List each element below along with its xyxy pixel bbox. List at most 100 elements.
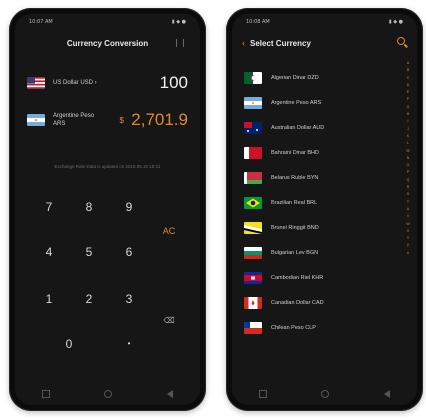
alphabet-index-letter[interactable]: # xyxy=(405,250,411,257)
key-1[interactable]: 1 xyxy=(37,290,61,308)
home-icon[interactable] xyxy=(104,390,113,398)
alphabet-index-letter[interactable]: F xyxy=(405,96,411,103)
clear-button[interactable]: AC xyxy=(157,222,181,240)
key-2[interactable]: 2 xyxy=(77,290,101,308)
status-time: 10:07 AM xyxy=(29,19,53,25)
key-7[interactable]: 7 xyxy=(37,198,61,216)
alphabet-index-letter[interactable]: Q xyxy=(405,177,411,184)
list-item[interactable]: Belarus Ruble BYN xyxy=(244,168,395,188)
currency-label: Australian Dollar AUD xyxy=(271,125,325,131)
alphabet-index-letter[interactable]: D xyxy=(405,82,411,89)
alphabet-index-letter[interactable]: E xyxy=(405,89,411,96)
more-menu-icon[interactable] xyxy=(176,39,184,47)
alphabet-index-letter[interactable]: K xyxy=(405,133,411,140)
alphabet-index-letter[interactable]: H xyxy=(405,111,411,118)
app-header: Currency Conversion xyxy=(15,34,200,52)
list-item[interactable]: Cambodian Riel KHR xyxy=(244,268,395,288)
alphabet-index-letter[interactable]: O xyxy=(405,162,411,169)
currency-label: Brunei Ringgit BND xyxy=(271,225,319,231)
key-5[interactable]: 5 xyxy=(77,243,101,261)
us-flag-icon xyxy=(27,77,45,89)
bn-flag-icon xyxy=(244,222,262,234)
alphabet-index-letter[interactable]: J xyxy=(405,126,411,133)
screen: 10:07 AM ▮ ◆ ● Currency Conversion US Do… xyxy=(15,14,200,405)
au-flag-icon xyxy=(244,122,262,134)
list-item[interactable]: Bulgarian Lev BGN xyxy=(244,243,395,263)
alphabet-index-letter[interactable]: B xyxy=(405,67,411,74)
to-amount: 2,701.9 xyxy=(131,110,188,129)
alphabet-index-letter[interactable]: V xyxy=(405,213,411,220)
currency-label: Chilean Peso CLP xyxy=(271,325,316,331)
to-currency-symbol: $ xyxy=(119,115,124,125)
alphabet-index-letter[interactable]: N xyxy=(405,155,411,162)
currency-label: Canadian Dollar CAD xyxy=(271,300,324,306)
status-icons: ▮ ◆ ● xyxy=(171,19,186,25)
app-header: ‹ Select Currency xyxy=(232,34,417,52)
key-3[interactable]: 3 xyxy=(117,290,141,308)
list-item[interactable]: Brazilian Real BRL xyxy=(244,193,395,213)
screen: 10:08 AM ▮ ◆ ● ‹ Select Currency Algeria… xyxy=(232,14,417,405)
status-bar: 10:08 AM ▮ ◆ ● xyxy=(246,19,403,27)
from-amount[interactable]: 100 xyxy=(160,73,188,93)
back-arrow-icon[interactable]: ‹ xyxy=(242,38,245,48)
recents-icon[interactable] xyxy=(259,390,268,398)
list-item[interactable]: Chilean Peso CLP xyxy=(244,318,395,338)
currency-label: Brazilian Real BRL xyxy=(271,200,318,206)
key-9[interactable]: 9 xyxy=(117,198,141,216)
list-item[interactable]: Algerian Dinar DZD xyxy=(244,68,395,88)
alphabet-index-letter[interactable]: M xyxy=(405,148,411,155)
list-item[interactable]: Canadian Dollar CAD xyxy=(244,293,395,313)
alphabet-index-letter[interactable]: P xyxy=(405,169,411,176)
cl-flag-icon xyxy=(244,322,262,334)
alphabet-index-letter[interactable]: Z xyxy=(405,242,411,249)
alphabet-index-letter[interactable]: R xyxy=(405,184,411,191)
bh-flag-icon xyxy=(244,147,262,159)
status-icons: ▮ ◆ ● xyxy=(388,19,403,25)
decimal-key[interactable]: • xyxy=(117,335,141,353)
home-icon[interactable] xyxy=(321,390,330,398)
search-icon[interactable] xyxy=(397,37,405,45)
alphabet-index-letter[interactable]: X xyxy=(405,228,411,235)
kh-flag-icon xyxy=(244,272,262,284)
alphabet-index-letter[interactable]: L xyxy=(405,140,411,147)
alphabet-index-letter[interactable]: Y xyxy=(405,235,411,242)
list-item[interactable]: Brunei Ringgit BND xyxy=(244,218,395,238)
key-4[interactable]: 4 xyxy=(37,243,61,261)
status-time: 10:08 AM xyxy=(246,19,270,25)
list-item[interactable]: Bahraini Dinar BHD xyxy=(244,143,395,163)
from-currency-row[interactable]: US Dollar USD › 100 xyxy=(27,73,188,92)
to-currency-row[interactable]: Argentine Peso ARS $ 2,701.9 xyxy=(27,110,188,129)
ar-flag-icon xyxy=(27,114,45,126)
backspace-button[interactable]: ⌫ xyxy=(157,312,181,330)
back-icon[interactable] xyxy=(383,390,390,398)
page-title: Currency Conversion xyxy=(66,38,149,48)
key-6[interactable]: 6 xyxy=(117,243,141,261)
currency-label: Argentine Peso ARS xyxy=(271,100,322,106)
currency-label: Bahraini Dinar BHD xyxy=(271,150,319,156)
from-currency-name: US Dollar USD › xyxy=(53,80,97,86)
list-item[interactable]: Argentine Peso ARS xyxy=(244,93,395,113)
phone-select-currency: 10:08 AM ▮ ◆ ● ‹ Select Currency Algeria… xyxy=(226,8,423,411)
currency-label: Algerian Dinar DZD xyxy=(271,75,319,81)
key-0[interactable]: 0 xyxy=(57,335,81,353)
bg-flag-icon xyxy=(244,247,262,259)
alphabet-index-letter[interactable]: W xyxy=(405,221,411,228)
alphabet-index-letter[interactable]: S xyxy=(405,191,411,198)
alphabet-index-letter[interactable]: T xyxy=(405,199,411,206)
br-flag-icon xyxy=(244,197,262,209)
to-currency-name: Argentine Peso ARS xyxy=(53,113,95,127)
alphabet-index[interactable]: A B C D E F G H I J K L M N O P Q R S T U V W X Y Z # xyxy=(405,60,411,257)
phone-currency-conversion: 10:07 AM ▮ ◆ ● Currency Conversion US Do… xyxy=(9,8,206,411)
key-8[interactable]: 8 xyxy=(77,198,101,216)
page-title: Select Currency xyxy=(250,38,311,48)
alphabet-index-letter[interactable]: G xyxy=(405,104,411,111)
alphabet-index-letter[interactable]: C xyxy=(405,75,411,82)
alphabet-index-letter[interactable]: U xyxy=(405,206,411,213)
recents-icon[interactable] xyxy=(42,390,51,398)
alphabet-index-letter[interactable]: I xyxy=(405,118,411,125)
alphabet-index-letter[interactable]: A xyxy=(405,60,411,67)
list-item[interactable]: Australian Dollar AUD xyxy=(244,118,395,138)
back-icon[interactable] xyxy=(166,390,173,398)
currency-label: Belarus Ruble BYN xyxy=(271,175,319,181)
nav-bar xyxy=(232,383,417,405)
